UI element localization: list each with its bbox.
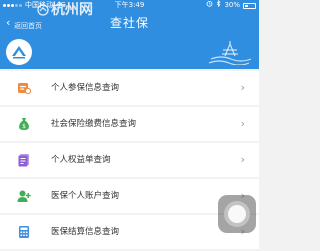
add-user-icon (17, 189, 31, 203)
menu-item-payment-info[interactable]: $ 社会保险缴费信息查询 › (0, 107, 259, 141)
calculator-icon (17, 225, 31, 239)
banner (0, 35, 259, 69)
watermark-text: 杭州网 (51, 2, 93, 18)
menu-item-label: 社会保险缴费信息查询 (51, 119, 137, 129)
chevron-right-icon: › (240, 117, 245, 130)
bluetooth-icon (216, 0, 221, 11)
battery-icon (243, 2, 256, 9)
alarm-icon (206, 0, 213, 11)
menu-item-label: 医保结算信息查询 (51, 227, 120, 237)
money-bag-icon: $ (17, 117, 31, 131)
assistive-touch-button[interactable] (218, 195, 256, 233)
pagoda-decoration-icon (208, 41, 252, 65)
social-security-logo-icon (6, 39, 32, 65)
menu-item-label: 医保个人账户查询 (51, 191, 120, 201)
menu-item-label: 个人权益单查询 (51, 155, 111, 165)
assistive-touch-ring (224, 201, 250, 227)
status-right: 30% (206, 0, 256, 11)
insurance-info-icon (17, 81, 31, 95)
chevron-right-icon: › (240, 81, 245, 94)
menu-item-rights-statement[interactable]: 个人权益单查询 › (0, 143, 259, 177)
battery-percent: 30% (224, 1, 240, 9)
document-icon (17, 153, 31, 167)
svg-text:$: $ (22, 123, 26, 130)
chevron-right-icon: › (240, 153, 245, 166)
watermark-emblem-icon (37, 4, 49, 16)
assistive-touch-dot (228, 205, 246, 223)
menu-item-label: 个人参保信息查询 (51, 83, 120, 93)
watermark-logo: 杭州网 (37, 3, 93, 17)
menu-item-insurance-info[interactable]: 个人参保信息查询 › (0, 71, 259, 105)
